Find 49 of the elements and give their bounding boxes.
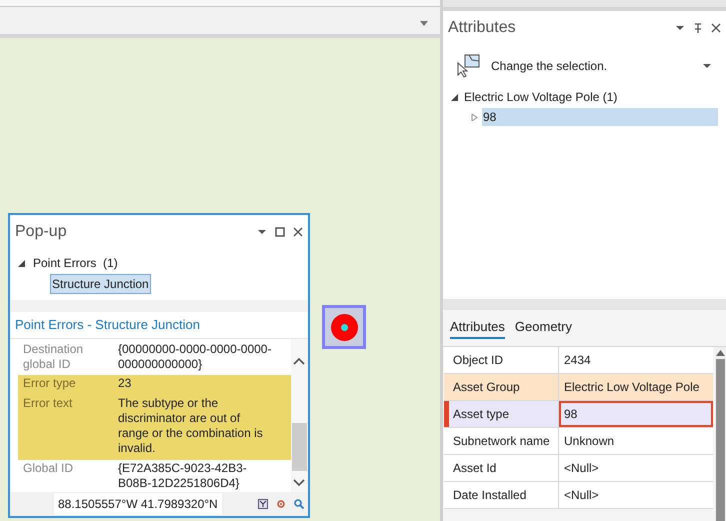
- attribute-name: Object ID: [444, 347, 559, 373]
- dropdown-icon[interactable]: [257, 227, 267, 237]
- attribute-name: Asset Group: [444, 374, 559, 400]
- scroll-up-icon[interactable]: [293, 356, 305, 364]
- dropdown-icon[interactable]: [702, 61, 712, 71]
- close-icon[interactable]: [711, 23, 721, 33]
- scroll-down-icon[interactable]: [293, 478, 305, 486]
- tree-item[interactable]: 98: [482, 108, 718, 126]
- field-name: Error text: [23, 396, 74, 412]
- scrollbar[interactable]: [715, 347, 726, 521]
- dropdown-icon[interactable]: [420, 21, 428, 26]
- field-name: Global ID: [23, 460, 74, 476]
- input-field[interactable]: 98: [559, 401, 713, 427]
- attribute-value: Electric Low Voltage Pole: [559, 374, 713, 400]
- scrollbar[interactable]: [291, 338, 308, 492]
- selected-point-symbol[interactable]: [322, 305, 366, 349]
- filter-icon[interactable]: [258, 499, 268, 509]
- scroll-up-icon[interactable]: [716, 350, 725, 356]
- zoom-icon[interactable]: [294, 499, 304, 509]
- attribute-value: 2434: [559, 347, 713, 373]
- selection-prompt: Change the selection.: [491, 58, 608, 75]
- attribute-name: Subnetwork name: [444, 428, 559, 454]
- expand-icon[interactable]: [451, 94, 458, 100]
- attribute-value: Unknown: [559, 428, 713, 454]
- field-value: The subtype or the discriminator are out of range or the combination is invalid.: [118, 396, 264, 456]
- dropdown-icon[interactable]: [675, 23, 685, 33]
- tab[interactable]: Geometry: [514, 317, 572, 339]
- tree-item[interactable]: Electric Low Voltage Pole (1): [464, 88, 618, 106]
- attribute-value: <Null>: [559, 482, 713, 508]
- tree-item[interactable]: Point Errors (1): [33, 254, 118, 272]
- field-name: Destination global ID: [23, 342, 84, 372]
- field-value: {E72A385C-9023-42B3-B08B-12D2251806D4}: [118, 460, 248, 490]
- pin-icon[interactable]: [693, 23, 703, 33]
- field-value: 23: [118, 376, 132, 390]
- select-cursor-icon[interactable]: [457, 54, 481, 78]
- tab[interactable]: Attributes: [450, 317, 505, 339]
- tree-item[interactable]: Structure Junction: [50, 274, 151, 294]
- expand-icon[interactable]: [18, 260, 25, 266]
- maximize-icon[interactable]: [275, 227, 285, 237]
- attribute-name: Asset Id: [444, 455, 559, 481]
- popup-heading: Point Errors - Structure Junction: [10, 312, 308, 338]
- attribute-name: Date Installed: [444, 482, 559, 508]
- popup-title: Pop-up: [15, 222, 67, 242]
- close-icon[interactable]: [293, 227, 303, 237]
- coordinates-text: 88.1505557°W 41.7989320°N: [54, 493, 222, 515]
- field-value: {00000000-0000-0000-0000-000000000000}: [118, 342, 272, 372]
- field-name: Error type: [23, 376, 77, 390]
- pane-title: Attributes: [448, 18, 516, 38]
- attribute-value: <Null>: [559, 455, 713, 481]
